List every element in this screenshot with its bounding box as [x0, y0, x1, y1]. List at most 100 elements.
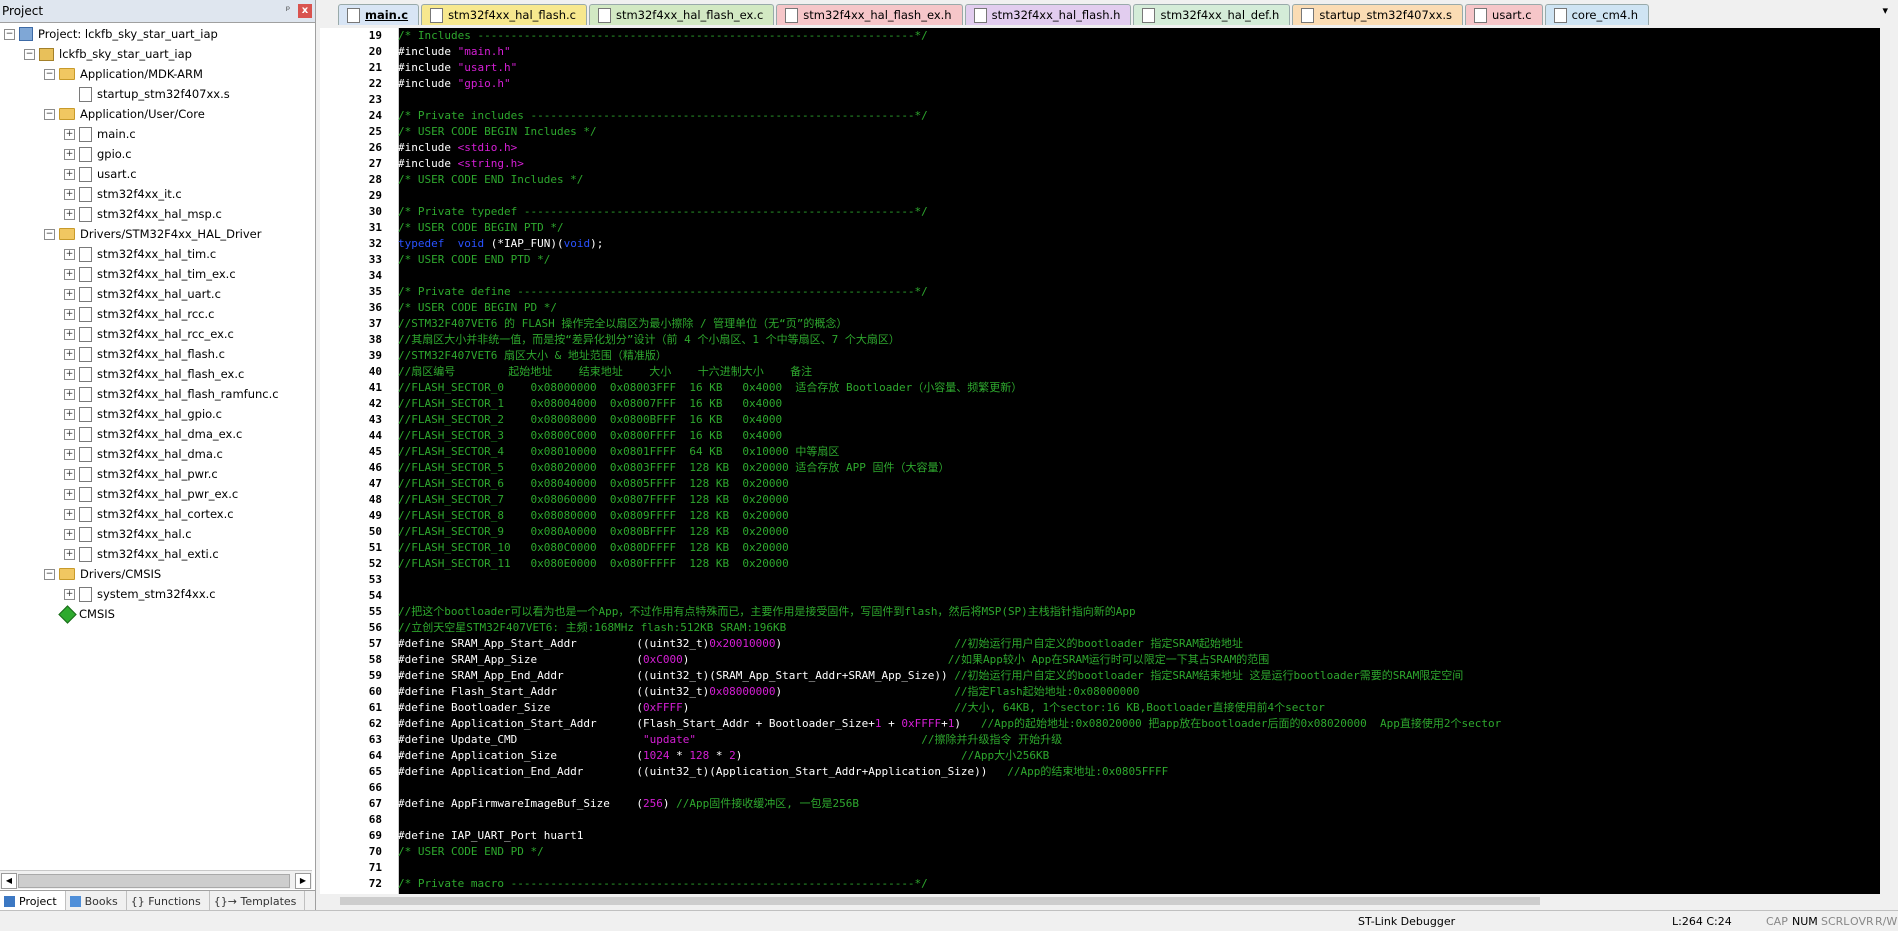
tree-item[interactable]: + stm32f4xx_hal_flash_ex.c — [0, 364, 312, 384]
line-content: /* USER CODE BEGIN PD */ — [398, 300, 557, 316]
editor-tab[interactable]: stm32f4xx_hal_flash.h — [964, 4, 1132, 25]
bottom-tab[interactable]: {} Functions — [127, 891, 210, 911]
collapse-icon[interactable]: − — [44, 228, 55, 240]
project-horizontal-scrollbar[interactable]: ◀ ▶ — [0, 870, 312, 889]
line-content: #define Application_End_Addr ((uint32_t)… — [398, 764, 1168, 780]
expand-icon[interactable]: + — [64, 528, 75, 540]
editor-scroll-thumb[interactable] — [340, 897, 1540, 905]
code-token: //初始运行用户自定义的bootloader 指定SRAM结束地址 这是运行bo… — [954, 669, 1464, 682]
editor-tab[interactable]: stm32f4xx_hal_flash_ex.c — [588, 4, 775, 25]
pin-icon[interactable]: ᵖ — [281, 4, 295, 18]
bottom-tab[interactable]: Books — [66, 891, 127, 911]
expand-icon[interactable]: + — [64, 408, 75, 420]
tab-list-dropdown-icon[interactable]: ▾ — [1882, 4, 1888, 17]
expand-icon[interactable]: + — [64, 148, 75, 160]
code-token: #define SRAM_App_Size ( — [398, 653, 644, 666]
editor-tab[interactable]: stm32f4xx_hal_flash_ex.h — [776, 4, 963, 25]
code-token: //FLASH_SECTOR_2 0x08008000 0x0800BFFF 1… — [398, 413, 783, 426]
bottom-tab[interactable]: {}→ Templates — [210, 891, 306, 911]
expand-icon[interactable]: + — [64, 328, 75, 340]
line-content: #define IAP_UART_Port huart1 — [398, 828, 583, 844]
tree-item[interactable]: + stm32f4xx_hal_tim.c — [0, 244, 312, 264]
code-token: /* Private macro -----------------------… — [398, 877, 928, 890]
editor-tab[interactable]: startup_stm32f407xx.s — [1292, 4, 1464, 25]
editor-horizontal-scrollbar[interactable] — [320, 894, 1880, 908]
expand-icon[interactable]: + — [64, 548, 75, 560]
line-content: //STM32F407VET6 的 FLASH 操作完全以扇区为最小擦除 / 管… — [398, 316, 847, 332]
tree-item[interactable]: + stm32f4xx_hal_cortex.c — [0, 504, 312, 524]
tree-item[interactable]: + stm32f4xx_hal_flash.c — [0, 344, 312, 364]
scrl-indicator: SCRL — [1821, 915, 1850, 928]
editor-tab[interactable]: stm32f4xx_hal_def.h — [1133, 4, 1291, 25]
expand-icon[interactable]: + — [64, 288, 75, 300]
file-icon — [79, 586, 92, 602]
expand-icon[interactable]: + — [64, 368, 75, 380]
tree-item[interactable]: + stm32f4xx_hal_pwr.c — [0, 464, 312, 484]
tree-item[interactable]: − Drivers/CMSIS — [0, 564, 312, 584]
scroll-right-icon[interactable]: ▶ — [295, 873, 311, 889]
tree-item[interactable]: + stm32f4xx_hal_dma.c — [0, 444, 312, 464]
expand-icon[interactable]: + — [64, 128, 75, 140]
expand-icon[interactable]: + — [64, 428, 75, 440]
expand-icon[interactable]: + — [64, 588, 75, 600]
code-editor[interactable]: 19 /* Includes --------------------------… — [320, 28, 1898, 894]
expand-icon[interactable]: + — [64, 208, 75, 220]
tree-item[interactable]: + stm32f4xx_hal_exti.c — [0, 544, 312, 564]
editor-tab[interactable]: main.c — [338, 4, 420, 25]
code-token: //把这个bootloader可以看为也是一个App，不过作用有点特殊而已，主要… — [398, 605, 1136, 618]
tree-item[interactable]: − Application/User/Core — [0, 104, 312, 124]
tree-item[interactable]: + usart.c — [0, 164, 312, 184]
editor-tab[interactable]: core_cm4.h — [1544, 4, 1650, 25]
tree-item[interactable]: − lckfb_sky_star_uart_iap — [0, 44, 312, 64]
editor-tab[interactable]: stm32f4xx_hal_flash.c — [421, 4, 587, 25]
expand-icon[interactable]: + — [64, 168, 75, 180]
tree-item[interactable]: + stm32f4xx_it.c — [0, 184, 312, 204]
tree-item[interactable]: + stm32f4xx_hal_tim_ex.c — [0, 264, 312, 284]
collapse-icon[interactable]: − — [44, 68, 55, 80]
tree-item[interactable]: + stm32f4xx_hal_uart.c — [0, 284, 312, 304]
tree-item[interactable]: startup_stm32f407xx.s — [0, 84, 312, 104]
line-number: 70 — [368, 845, 382, 858]
collapse-icon[interactable]: − — [44, 108, 55, 120]
tree-item[interactable]: − Drivers/STM32F4xx_HAL_Driver — [0, 224, 312, 244]
expand-icon[interactable]: + — [64, 348, 75, 360]
expand-icon[interactable]: + — [64, 308, 75, 320]
editor-vertical-scrollbar[interactable] — [1880, 28, 1898, 894]
collapse-icon[interactable]: − — [4, 28, 15, 40]
tree-item[interactable]: + main.c — [0, 124, 312, 144]
file-icon — [79, 486, 92, 502]
code-token: 0x20010000 — [709, 637, 776, 650]
tree-item[interactable]: CMSIS — [0, 604, 312, 624]
tree-item[interactable]: + stm32f4xx_hal_gpio.c — [0, 404, 312, 424]
tree-item[interactable]: − Application/MDK-ARM — [0, 64, 312, 84]
tree-item[interactable]: + system_stm32f4xx.c — [0, 584, 312, 604]
collapse-icon[interactable]: − — [44, 568, 55, 580]
expand-icon[interactable]: + — [64, 508, 75, 520]
scroll-left-icon[interactable]: ◀ — [1, 873, 17, 889]
tree-item[interactable]: + stm32f4xx_hal_msp.c — [0, 204, 312, 224]
expand-icon[interactable]: + — [64, 188, 75, 200]
tree-item[interactable]: + stm32f4xx_hal_dma_ex.c — [0, 424, 312, 444]
tree-item[interactable]: + stm32f4xx_hal_rcc.c — [0, 304, 312, 324]
expand-icon[interactable]: + — [64, 468, 75, 480]
expand-icon[interactable]: + — [64, 388, 75, 400]
tree-item[interactable]: + stm32f4xx_hal_pwr_ex.c — [0, 484, 312, 504]
close-panel-button[interactable]: x — [298, 4, 312, 18]
tree-item[interactable]: + stm32f4xx_hal.c — [0, 524, 312, 544]
scroll-thumb[interactable] — [18, 874, 290, 888]
line-content: #define Flash_Start_Addr ((uint32_t)0x08… — [398, 684, 1140, 700]
tree-item[interactable]: + stm32f4xx_hal_flash_ramfunc.c — [0, 384, 312, 404]
tree-item-label: system_stm32f4xx.c — [97, 587, 216, 601]
line-number: 68 — [368, 813, 382, 826]
tree-item[interactable]: + stm32f4xx_hal_rcc_ex.c — [0, 324, 312, 344]
expand-icon[interactable]: + — [64, 448, 75, 460]
editor-tab[interactable]: usart.c — [1465, 4, 1543, 25]
expand-icon[interactable]: + — [64, 268, 75, 280]
tree-item-label: stm32f4xx_hal_cortex.c — [97, 507, 234, 521]
bottom-tab[interactable]: Project — [0, 891, 66, 911]
expand-icon[interactable]: + — [64, 488, 75, 500]
tree-item[interactable]: + gpio.c — [0, 144, 312, 164]
tree-item[interactable]: − Project: lckfb_sky_star_uart_iap — [0, 24, 312, 44]
collapse-icon[interactable]: − — [24, 48, 35, 60]
expand-icon[interactable]: + — [64, 248, 75, 260]
